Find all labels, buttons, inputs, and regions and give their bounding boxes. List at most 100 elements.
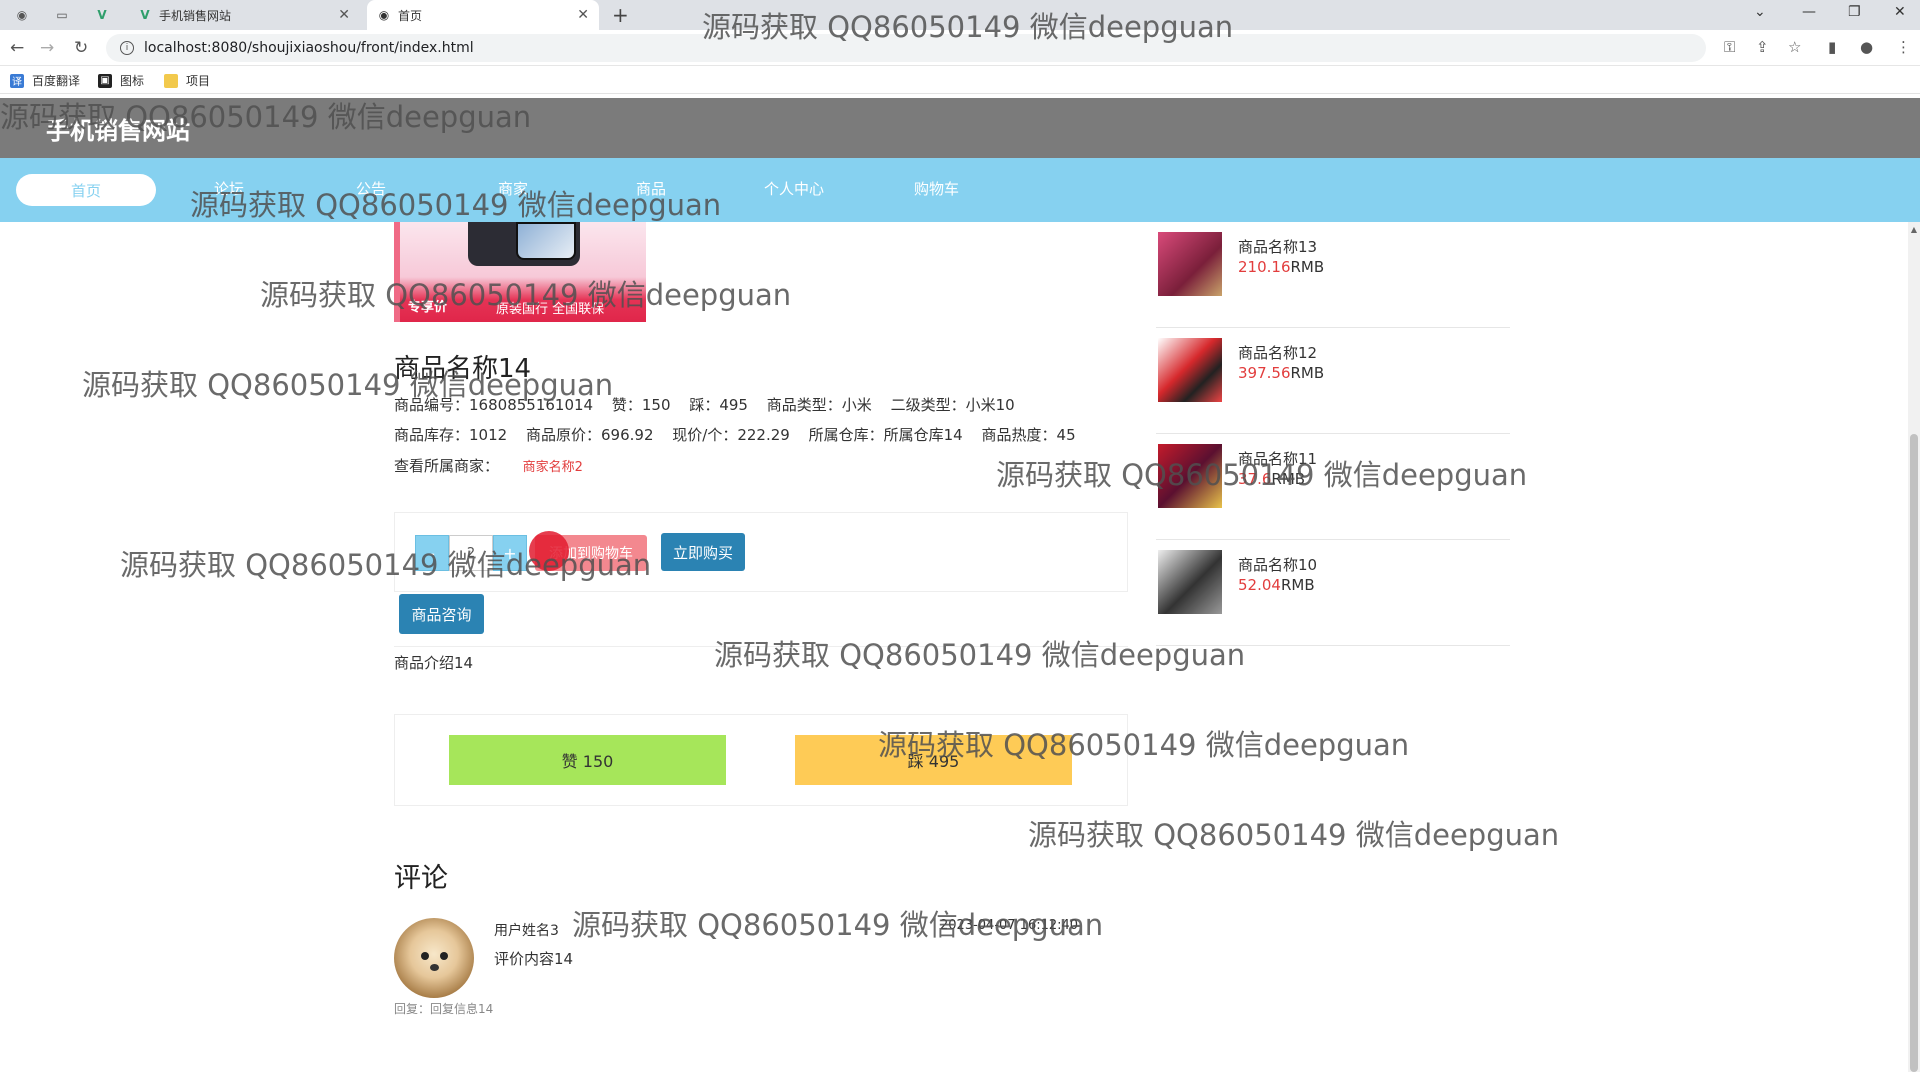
bookmarks-bar: 译 百度翻译 ▣ 图标 项目 <box>0 66 1920 94</box>
close-tab-icon[interactable]: ✕ <box>338 7 350 23</box>
product-dislikes: 495 <box>719 396 748 414</box>
product-subtype: 小米10 <box>965 396 1015 414</box>
pinned-tab-globe-icon[interactable]: ◉ <box>14 7 30 23</box>
address-bar-row: ← → ↻ i localhost:8080/shoujixiaoshou/fr… <box>0 30 1920 66</box>
list-item-price: 52.04RMB <box>1238 576 1315 594</box>
list-item[interactable]: 商品名称11 37.6RMB <box>1156 434 1510 540</box>
product-consult-button[interactable]: 商品咨询 <box>399 594 484 634</box>
product-type: 小米 <box>841 396 872 414</box>
bookmark-star-icon[interactable]: ☆ <box>1788 38 1801 56</box>
pinned-tab-blank-icon[interactable]: ▭ <box>54 7 70 23</box>
comment-avatar <box>394 918 474 998</box>
minimize-icon[interactable]: — <box>1802 4 1816 20</box>
list-item-price: 37.6RMB <box>1238 470 1306 488</box>
list-item[interactable]: 商品名称10 52.04RMB <box>1156 540 1510 646</box>
quantity-decrease-button[interactable]: - <box>415 535 449 571</box>
nav-item-notice[interactable]: 公告 <box>356 178 386 199</box>
product-heat: 45 <box>1056 426 1076 444</box>
window-close-icon[interactable]: ✕ <box>1894 4 1906 20</box>
product-info-row-3: 查看所属商家： 商家名称2 <box>394 457 583 475</box>
product-current-price: 222.29 <box>737 426 790 444</box>
comment-user: 用户姓名3 <box>494 923 559 939</box>
scroll-up-arrow-icon[interactable]: ▲ <box>1908 222 1920 236</box>
product-thumbnail <box>1158 550 1222 614</box>
site-header: 手机销售网站 <box>0 98 1920 158</box>
product-stock: 1012 <box>469 426 508 444</box>
dislike-button[interactable]: 踩 495 <box>795 735 1072 785</box>
bookmark-projects[interactable]: 项目 <box>164 72 210 89</box>
browser-tab-home[interactable]: ◉ 首页 ✕ <box>367 0 599 30</box>
list-item-name: 商品名称12 <box>1238 344 1318 362</box>
list-item-name: 商品名称13 <box>1238 238 1318 256</box>
comment-reply: 回复：回复信息14 <box>394 1002 494 1016</box>
purchase-actions: - 2 + 添加到购物车 立即购买 <box>394 512 1128 592</box>
click-indicator <box>529 531 569 571</box>
site-info-icon[interactable]: i <box>120 41 134 55</box>
bookmark-baidu-translate[interactable]: 译 百度翻译 <box>10 72 80 89</box>
key-icon[interactable]: ⚿ <box>1724 38 1735 56</box>
nav-item-home[interactable]: 首页 <box>16 174 156 206</box>
forward-arrow-icon[interactable]: → <box>40 38 54 58</box>
profile-avatar-icon[interactable]: ● <box>1860 38 1873 56</box>
folder-icon <box>164 73 178 88</box>
watermark: 源码获取 QQ86050149 微信deepguan <box>1028 818 1560 852</box>
avatar-eye <box>440 952 448 960</box>
nav-item-products[interactable]: 商品 <box>636 178 666 199</box>
product-likes: 150 <box>641 396 671 414</box>
new-tab-button[interactable]: + <box>612 3 629 27</box>
nav-item-cart[interactable]: 购物车 <box>914 178 959 199</box>
menu-kebab-icon[interactable]: ⋮ <box>1896 38 1911 56</box>
list-item-name: 商品名称10 <box>1238 556 1318 574</box>
reload-icon[interactable]: ↻ <box>74 38 88 58</box>
quantity-input[interactable]: 2 <box>449 535 493 571</box>
product-original-price: 696.92 <box>601 426 654 444</box>
product-intro: 商品介绍14 <box>394 654 474 672</box>
list-item-price: 210.16RMB <box>1238 258 1325 276</box>
site-title[interactable]: 手机销售网站 <box>26 107 210 149</box>
browser-tab-strip: ◉ ▭ V V 手机销售网站 ✕ ◉ 首页 ✕ + ⌄ — ❐ ✕ <box>0 0 1920 30</box>
back-arrow-icon[interactable]: ← <box>10 38 24 58</box>
tab-label: 手机销售网站 <box>159 8 232 23</box>
merchant-link[interactable]: 商家名称2 <box>523 460 583 475</box>
main-nav: 首页 论坛 公告 商家 商品 个人中心 购物车 <box>0 158 1920 222</box>
product-warehouse: 所属仓库14 <box>883 426 963 444</box>
image-icon: ▣ <box>98 73 112 88</box>
share-icon[interactable]: ⇪ <box>1756 38 1769 56</box>
bookmark-icons[interactable]: ▣ 图标 <box>98 72 144 89</box>
vote-panel: 赞 150 踩 495 <box>394 714 1128 806</box>
comment-content: 评价内容14 <box>494 950 574 968</box>
product-name: 商品名称14 <box>394 354 532 384</box>
product-thumbnail <box>1158 338 1222 402</box>
list-item-name: 商品名称11 <box>1238 450 1318 468</box>
divider <box>394 646 1128 647</box>
nav-item-forum[interactable]: 论坛 <box>214 178 244 199</box>
pinned-tab-vue-icon[interactable]: V <box>94 7 110 23</box>
globe-icon: ◉ <box>378 8 390 22</box>
avatar-eye <box>421 952 429 960</box>
restore-icon[interactable]: ❐ <box>1848 4 1861 20</box>
browser-tab-site[interactable]: V 手机销售网站 ✕ <box>128 0 360 30</box>
list-item[interactable]: 商品名称12 397.56RMB <box>1156 328 1510 434</box>
vue-icon: V <box>140 8 150 22</box>
product-thumbnail <box>1158 444 1222 508</box>
bookmark-label: 项目 <box>186 74 211 88</box>
promo-text: 原装国行 全国联保 <box>496 302 605 317</box>
bookmark-label: 百度翻译 <box>32 74 81 88</box>
close-tab-icon[interactable]: ✕ <box>577 7 589 23</box>
phone-screen-shape <box>516 222 576 260</box>
tab-search-chevron-icon[interactable]: ⌄ <box>1754 4 1766 20</box>
product-code: 1680855161014 <box>469 396 594 414</box>
url-input[interactable]: i localhost:8080/shoujixiaoshou/front/in… <box>106 34 1706 62</box>
list-item[interactable]: 商品名称13 210.16RMB <box>1156 222 1510 328</box>
side-panel-icon[interactable]: ▮ <box>1828 38 1836 56</box>
comment-time: 2023-04-07 16:12:40 <box>940 918 1079 933</box>
like-button[interactable]: 赞 150 <box>449 735 726 785</box>
product-image: 专享价 原装国行 全国联保 <box>394 222 646 322</box>
product-thumbnail <box>1158 232 1222 296</box>
nav-item-merchant[interactable]: 商家 <box>498 178 528 199</box>
comments-title: 评论 <box>394 863 448 894</box>
quantity-increase-button[interactable]: + <box>493 535 527 571</box>
scrollbar-thumb[interactable] <box>1910 434 1918 1072</box>
buy-now-button[interactable]: 立即购买 <box>661 533 745 571</box>
nav-item-profile[interactable]: 个人中心 <box>764 178 824 199</box>
